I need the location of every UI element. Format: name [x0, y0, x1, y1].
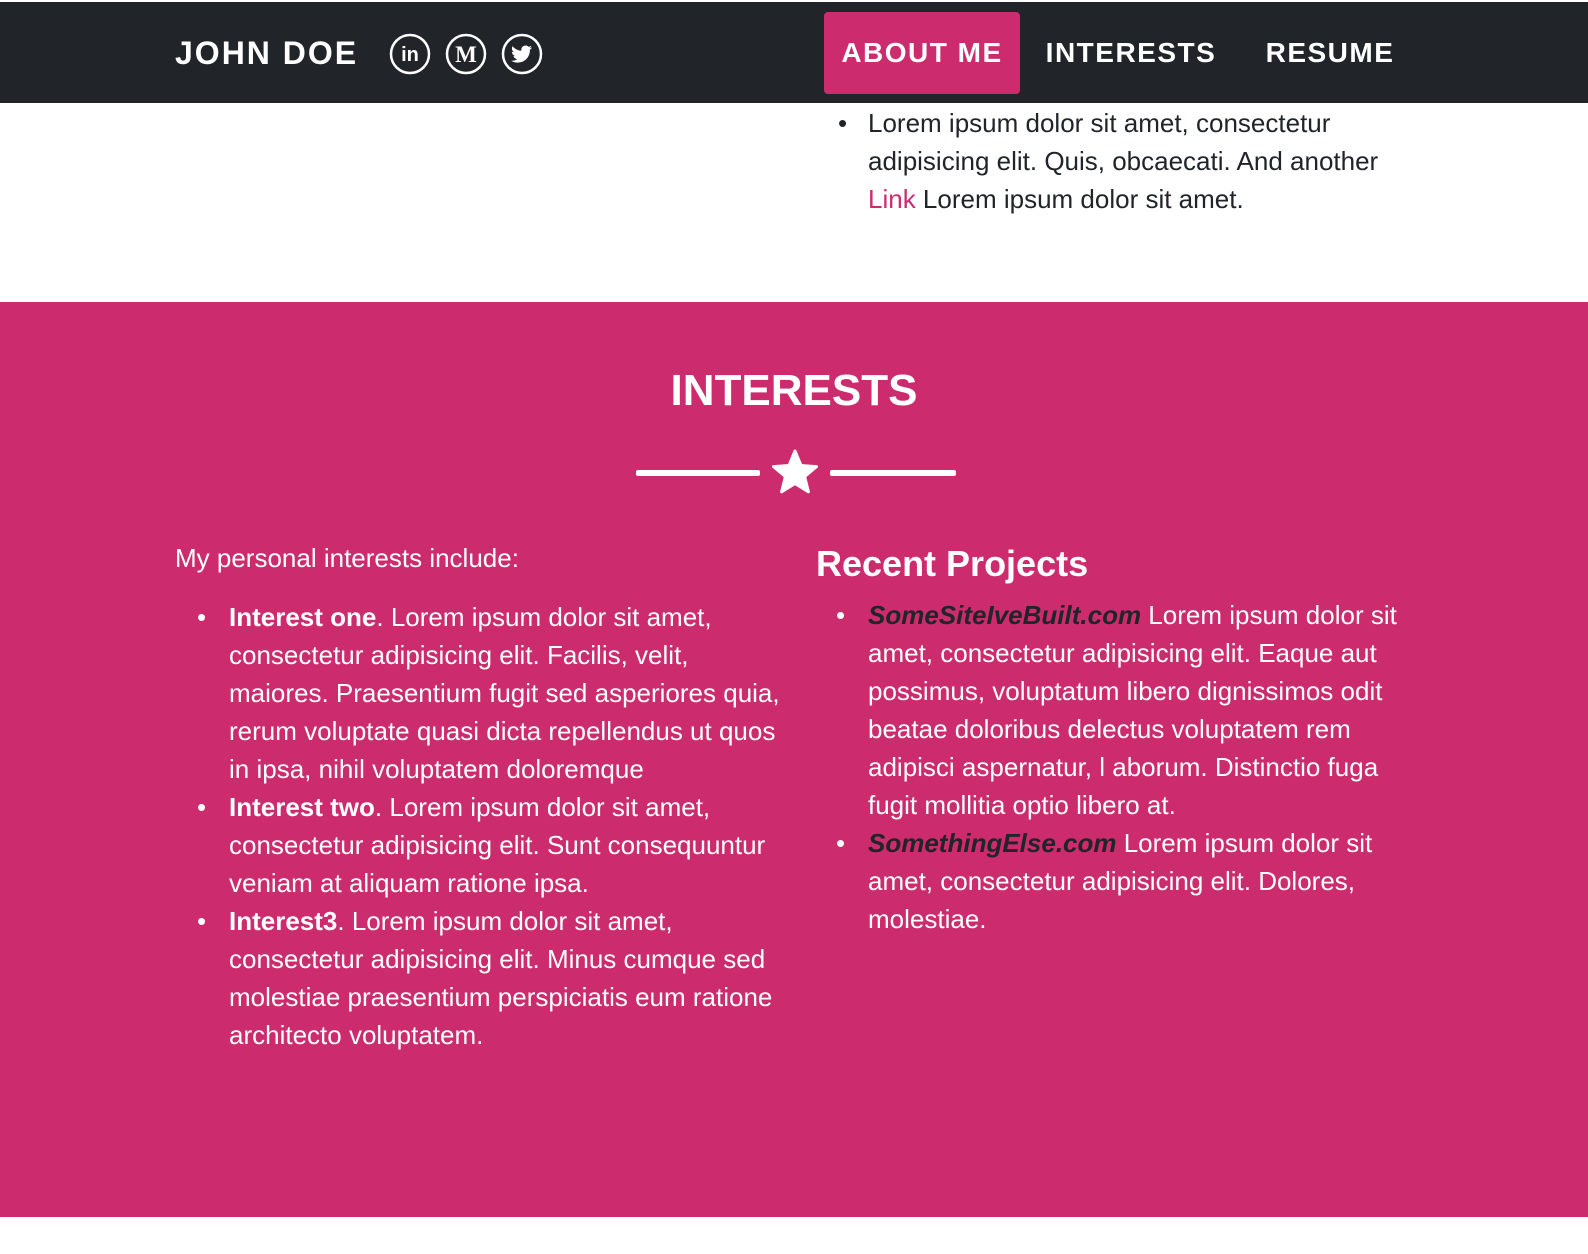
list-item: • SomethingElse.com Lorem ipsum dolor si…	[816, 824, 1416, 938]
about-list: • Lorem ipsum dolor sit amet, consectetu…	[820, 104, 1420, 218]
bullet: •	[836, 828, 846, 858]
navbar: JOHN DOE in M ABOUT ME INTERESTS RESUME	[0, 2, 1588, 103]
medium-glyph: M	[455, 42, 477, 67]
projects-column: Recent Projects • SomeSiteIveBuilt.com L…	[816, 542, 1416, 938]
interests-intro: My personal interests include:	[175, 543, 519, 573]
list-item: • Interest one. Lorem ipsum dolor sit am…	[175, 598, 785, 788]
linkedin-glyph: in	[401, 44, 419, 66]
section-title: INTERESTS	[670, 366, 918, 415]
medium-icon[interactable]: M	[445, 33, 487, 75]
interest-name: Interest two	[229, 792, 375, 822]
interests-list: • Interest one. Lorem ipsum dolor sit am…	[175, 598, 785, 1054]
nav-about-me[interactable]: ABOUT ME	[824, 12, 1020, 94]
project-site-link[interactable]: SomeSiteIveBuilt.com	[868, 600, 1141, 630]
twitter-icon[interactable]	[501, 33, 543, 75]
bullet: •	[197, 602, 207, 632]
project-text: Lorem ipsum dolor sit amet, consectetur …	[868, 600, 1397, 820]
brand-name[interactable]: JOHN DOE	[175, 34, 358, 72]
about-link[interactable]: Link	[868, 184, 916, 214]
linkedin-icon[interactable]: in	[389, 33, 431, 75]
interest-name: Interest one	[229, 602, 377, 632]
interests-section: INTERESTS My personal interests include:…	[0, 302, 1588, 1217]
list-item: • SomeSiteIveBuilt.com Lorem ipsum dolor…	[816, 596, 1416, 824]
interest-name: Interest3	[229, 906, 338, 936]
about-text-end: Lorem ipsum dolor sit amet.	[915, 184, 1244, 214]
bullet: •	[838, 108, 848, 138]
projects-title: Recent Projects	[816, 543, 1089, 584]
nav-interests[interactable]: INTERESTS	[1036, 12, 1226, 94]
star-icon	[772, 449, 818, 494]
about-text: Lorem ipsum dolor sit amet, consectetur …	[868, 108, 1379, 176]
list-item: • Interest3. Lorem ipsum dolor sit amet,…	[175, 902, 785, 1054]
divider-line-left	[636, 470, 760, 476]
projects-list: • SomeSiteIveBuilt.com Lorem ipsum dolor…	[816, 596, 1416, 938]
interests-column: My personal interests include: • Interes…	[175, 540, 785, 1054]
list-item: • Lorem ipsum dolor sit amet, consectetu…	[820, 104, 1420, 218]
project-site-link[interactable]: SomethingElse.com	[868, 828, 1117, 858]
bullet: •	[197, 792, 207, 822]
bullet: •	[197, 906, 207, 936]
divider-line-right	[830, 470, 956, 476]
nav-resume[interactable]: RESUME	[1248, 12, 1412, 94]
list-item: • Interest two. Lorem ipsum dolor sit am…	[175, 788, 785, 902]
bullet: •	[836, 600, 846, 630]
